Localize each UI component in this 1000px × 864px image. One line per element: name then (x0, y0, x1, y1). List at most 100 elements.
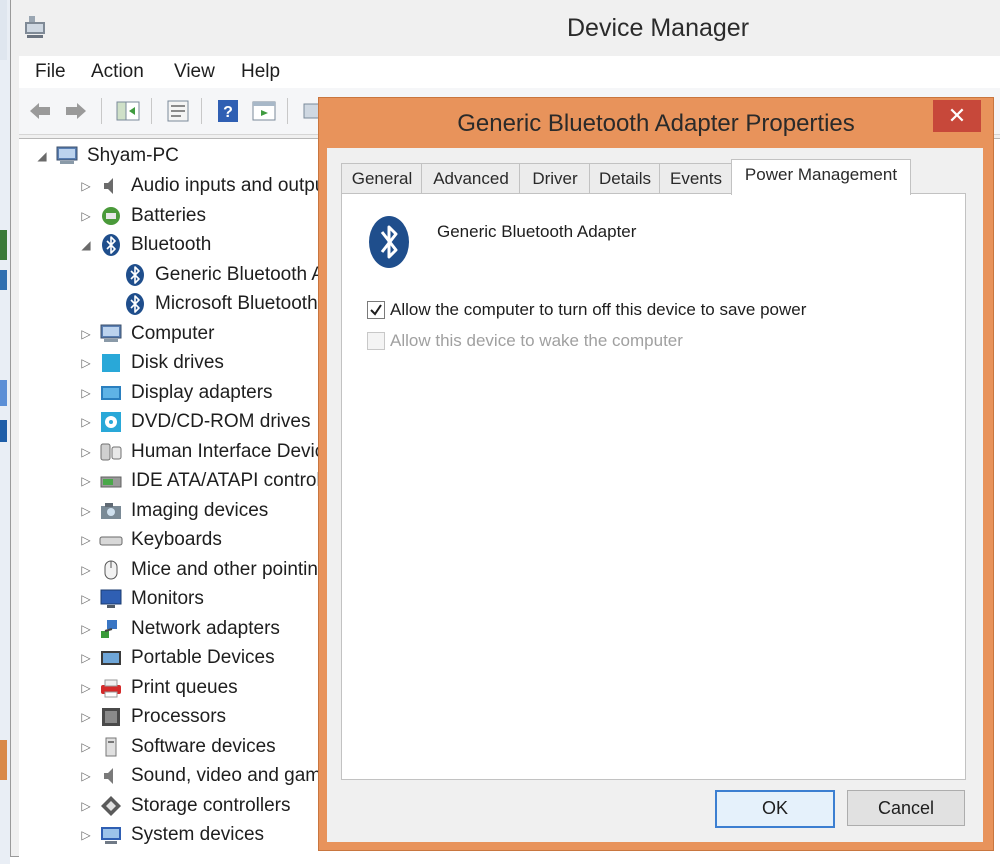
menu-action[interactable]: Action (91, 61, 144, 83)
tree-item[interactable]: ▷ Keyboards (77, 526, 222, 554)
collapse-arrow-icon[interactable]: ◢ (77, 238, 95, 252)
tree-item-label: System devices (131, 824, 265, 845)
tree-item[interactable]: ▷ Processors (77, 703, 226, 731)
forward-icon[interactable] (63, 98, 89, 124)
expand-arrow-icon[interactable]: ▷ (77, 799, 95, 813)
ok-button[interactable]: OK (715, 790, 835, 828)
tree-item-label: Computer (131, 322, 215, 344)
expand-arrow-icon[interactable]: ▷ (77, 533, 95, 547)
tree-item-label: Print queues (131, 676, 238, 698)
expand-arrow-icon[interactable]: ▷ (77, 179, 95, 193)
show-hide-tree-icon[interactable] (115, 98, 141, 124)
tree-item[interactable]: ▷ Human Interface Devices (77, 438, 344, 466)
allow-turn-off-checkbox[interactable] (367, 301, 385, 319)
printer-icon (99, 676, 123, 700)
bluetooth-icon (123, 263, 147, 287)
tree-item[interactable]: ▷ DVD/CD-ROM drives (77, 408, 310, 436)
tree-item[interactable]: ▷ Imaging devices (77, 497, 268, 525)
allow-turn-off-label[interactable]: Allow the computer to turn off this devi… (390, 300, 806, 320)
tab-advanced[interactable]: Advanced (421, 163, 521, 194)
dialog-client: General Advanced Driver Details Events P… (327, 148, 983, 842)
menu-help[interactable]: Help (241, 61, 280, 83)
expand-arrow-icon[interactable]: ▷ (77, 710, 95, 724)
bluetooth-icon (369, 216, 409, 268)
collapse-arrow-icon[interactable]: ◢ (33, 149, 51, 163)
processor-icon (99, 705, 123, 729)
tab-events[interactable]: Events (659, 163, 733, 194)
tree-item-label: Batteries (131, 204, 206, 226)
close-button[interactable]: ✕ (933, 100, 981, 132)
tree-item-label: Keyboards (131, 529, 222, 550)
expand-arrow-icon[interactable]: ▷ (77, 386, 95, 400)
tree-item[interactable]: ▷ Disk drives (77, 349, 224, 377)
tree-item-label: Storage controllers (131, 794, 291, 816)
tree-item[interactable]: ◢ Bluetooth (77, 231, 211, 259)
title-bar: Device Manager (11, 0, 1000, 56)
tree-item[interactable]: ▷ Display adapters (77, 379, 272, 407)
expand-arrow-icon[interactable]: ▷ (77, 651, 95, 665)
expand-arrow-icon[interactable]: ▷ (77, 622, 95, 636)
tab-details[interactable]: Details (589, 163, 661, 194)
power-management-panel: Generic Bluetooth Adapter Allow the comp… (341, 193, 966, 780)
expand-arrow-icon[interactable]: ▷ (77, 563, 95, 577)
tree-root[interactable]: ◢ Shyam-PC (33, 142, 178, 170)
tab-driver[interactable]: Driver (519, 163, 591, 194)
tree-item[interactable]: ▷ Storage controllers (77, 792, 290, 820)
expand-arrow-icon[interactable]: ▷ (77, 327, 95, 341)
speaker-icon (99, 174, 123, 198)
svg-text:?: ? (223, 104, 233, 121)
battery-icon (99, 204, 123, 228)
network-icon (99, 617, 123, 641)
tree-item[interactable]: ▷ IDE ATA/ATAPI controllers (77, 467, 351, 495)
expand-arrow-icon[interactable]: ▷ (77, 445, 95, 459)
tree-item-label: Processors (131, 706, 227, 727)
tree-item-label: Software devices (131, 735, 276, 757)
dvd-icon (99, 410, 123, 434)
expand-arrow-icon[interactable]: ▷ (77, 415, 95, 429)
dialog-title: Generic Bluetooth Adapter Properties (457, 110, 855, 137)
tab-general[interactable]: General (341, 163, 423, 194)
tree-item[interactable]: ▷ Network adapters (77, 615, 280, 643)
tree-item[interactable]: ▷ System devices (77, 821, 264, 849)
system-device-icon (99, 823, 123, 847)
expand-arrow-icon[interactable]: ▷ (77, 828, 95, 842)
expand-arrow-icon[interactable]: ▷ (77, 769, 95, 783)
tree-item[interactable]: ▷ Print queues (77, 674, 238, 702)
ide-icon (99, 469, 123, 493)
desktop-edge (0, 0, 10, 864)
disk-icon (99, 351, 123, 375)
menu-view[interactable]: View (174, 61, 215, 83)
mouse-icon (99, 558, 123, 582)
back-icon[interactable] (27, 98, 53, 124)
tree-item[interactable]: ▷ Monitors (77, 585, 203, 613)
tab-power-management[interactable]: Power Management (731, 159, 911, 195)
display-adapter-icon (99, 381, 123, 405)
tree-item[interactable]: ▷ Portable Devices (77, 644, 274, 672)
software-device-icon (99, 735, 123, 759)
properties-dialog: Generic Bluetooth Adapter Properties ✕ G… (318, 97, 994, 851)
device-manager-icon (23, 14, 47, 45)
tree-item-label: Human Interface Devices (131, 440, 345, 462)
properties-icon[interactable] (165, 98, 191, 124)
tree-item-label: Network adapters (131, 617, 280, 639)
expand-arrow-icon[interactable]: ▷ (77, 681, 95, 695)
tree-item[interactable]: ▷ Software devices (77, 733, 276, 761)
menu-file[interactable]: File (35, 61, 66, 83)
expand-arrow-icon[interactable]: ▷ (77, 474, 95, 488)
keyboard-icon (99, 528, 123, 552)
tree-item[interactable]: ▷ Computer (77, 320, 214, 348)
cancel-button[interactable]: Cancel (847, 790, 965, 826)
expand-arrow-icon[interactable]: ▷ (77, 592, 95, 606)
tree-item[interactable]: ▷ Audio inputs and outputs (77, 172, 340, 200)
computer-icon (55, 144, 79, 168)
expand-arrow-icon[interactable]: ▷ (77, 209, 95, 223)
tree-item[interactable]: ▷ Batteries (77, 202, 206, 230)
sound-icon (99, 764, 123, 788)
expand-arrow-icon[interactable]: ▷ (77, 740, 95, 754)
view-icon[interactable] (251, 98, 277, 124)
help-icon[interactable]: ? (215, 98, 241, 124)
tree-item-label: Disk drives (131, 352, 224, 373)
expand-arrow-icon[interactable]: ▷ (77, 356, 95, 370)
expand-arrow-icon[interactable]: ▷ (77, 504, 95, 518)
tree-item-label: Audio inputs and outputs (131, 175, 341, 196)
